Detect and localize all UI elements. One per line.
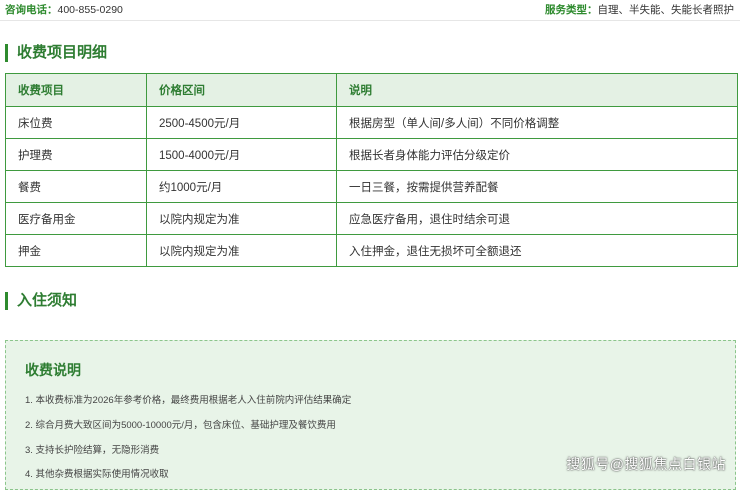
fee-table: 收费项目 价格区间 说明 床位费 2500-4500元/月 根据房型（单人间/多… [5,73,738,267]
notes-item: 2. 综合月费大致区间为5000-10000元/月，包含床位、基础护理及餐饮费用 [25,420,336,431]
header-item: 收费项目 [5,73,147,107]
cell-note: 根据长者身体能力评估分级定价 [336,138,738,171]
table-row: 床位费 2500-4500元/月 根据房型（单人间/多人间）不同价格调整 [5,106,738,139]
cell-price: 以院内规定为准 [146,202,337,235]
fee-section-title: 收费项目明细 [5,44,107,62]
table-row: 护理费 1500-4000元/月 根据长者身体能力评估分级定价 [5,138,738,171]
cell-item: 押金 [5,234,147,267]
cell-note: 入住押金，退住无损坏可全额退还 [336,234,738,267]
cell-note: 一日三餐，按需提供营养配餐 [336,170,738,203]
cell-price: 约1000元/月 [146,170,337,203]
phone-info: 咨询电话：400-855-0290 [5,0,123,20]
cell-item: 床位费 [5,106,147,139]
cell-note: 应急医疗备用，退住时结余可退 [336,202,738,235]
header-note: 说明 [336,73,738,107]
notes-item: 3. 支持长护险结算，无隐形消费 [25,445,160,456]
cell-item: 医疗备用金 [5,202,147,235]
service-info: 服务类型：自理、半失能、失能长者照护 [545,0,734,20]
admission-section-title: 入住须知 [5,292,77,310]
notes-item: 4. 其他杂费根据实际使用情况收取 [25,469,169,480]
header-price: 价格区间 [146,73,337,107]
watermark: 搜狐号@搜狐焦点白银站 [566,456,726,472]
notes-title: 收费说明 [25,362,81,378]
cell-note: 根据房型（单人间/多人间）不同价格调整 [336,106,738,139]
phone-label: 咨询电话： [5,4,58,16]
cell-price: 1500-4000元/月 [146,138,337,171]
cell-price: 以院内规定为准 [146,234,337,267]
cell-item: 餐费 [5,170,147,203]
service-value: 自理、半失能、失能长者照护 [597,4,735,16]
table-row: 餐费 约1000元/月 一日三餐，按需提供营养配餐 [5,170,738,203]
cell-item: 护理费 [5,138,147,171]
table-row: 押金 以院内规定为准 入住押金，退住无损坏可全额退还 [5,234,738,267]
top-info-bar: 咨询电话：400-855-0290 服务类型：自理、半失能、失能长者照护 [0,0,740,21]
table-row: 医疗备用金 以院内规定为准 应急医疗备用，退住时结余可退 [5,202,738,235]
notes-item: 1. 本收费标准为2026年参考价格，最终费用根据老人入住前院内评估结果确定 [25,395,352,406]
service-label: 服务类型： [545,4,598,16]
phone-value[interactable]: 400-855-0290 [58,4,123,16]
cell-price: 2500-4500元/月 [146,106,337,139]
table-header-row: 收费项目 价格区间 说明 [5,73,738,107]
